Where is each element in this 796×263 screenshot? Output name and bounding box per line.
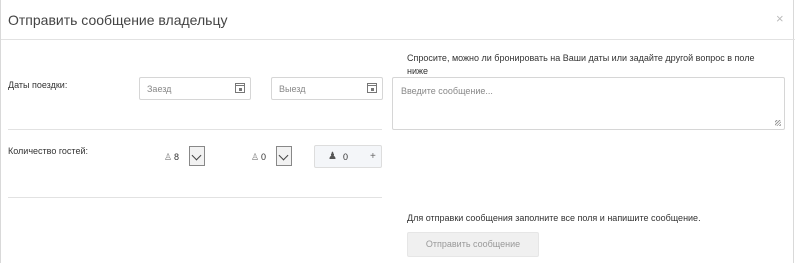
checkin-input[interactable]: Заезд [139,77,251,100]
guests-label: Количество гостей: [8,146,88,156]
send-hint: Для отправки сообщения заполните все пол… [407,213,701,223]
chevron-down-icon[interactable] [276,146,292,166]
adults-value: 8 [174,152,180,162]
section-divider [8,197,382,198]
child-icon: ♙ [251,152,260,162]
send-message-button[interactable]: Отправить сообщение [407,232,539,257]
dialog-title: Отправить сообщение владельцу [8,12,228,28]
children-value: 0 [261,152,267,162]
message-placeholder: Введите сообщение... [401,86,493,96]
calendar-icon[interactable] [367,83,377,93]
increment-button[interactable]: + [370,151,376,162]
person-icon: ♙ [164,152,173,162]
adults-select[interactable]: ♙ 8 [159,146,207,168]
header-divider [1,39,795,40]
checkout-input[interactable]: Выезд [271,77,383,100]
infants-stepper[interactable]: ♟ 0 + [314,145,382,168]
resize-handle-icon[interactable] [775,120,781,126]
children-select[interactable]: ♙ 0 [246,146,294,168]
checkout-placeholder: Выезд [279,84,306,94]
checkin-placeholder: Заезд [147,84,172,94]
close-icon[interactable]: × [776,11,784,26]
calendar-icon[interactable] [235,83,245,93]
message-textarea[interactable]: Введите сообщение... [392,77,785,130]
message-prompt: Спросите, можно ли бронировать на Ваши д… [407,53,755,76]
infant-icon: ♟ [328,151,337,162]
dates-label: Даты поездки: [8,80,68,90]
section-divider [8,129,382,130]
message-dialog: Отправить сообщение владельцу × Даты пое… [0,0,795,263]
chevron-down-icon[interactable] [189,146,205,166]
infants-value: 0 [343,152,349,162]
